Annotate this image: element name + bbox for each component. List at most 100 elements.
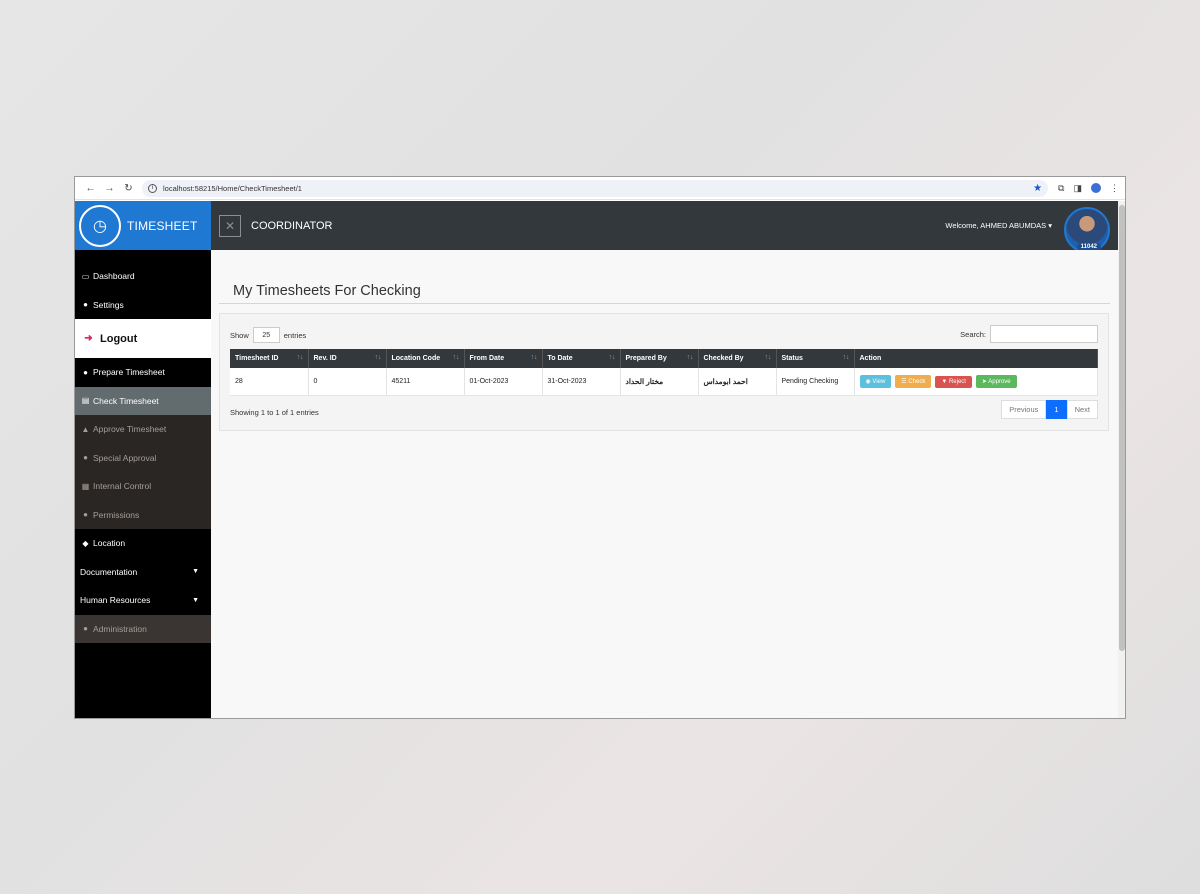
previous-page-button[interactable]: Previous: [1001, 400, 1047, 419]
page-1-button[interactable]: 1: [1046, 400, 1067, 419]
sidebar-item-human-resources[interactable]: Human Resources ▼: [75, 586, 211, 615]
column-header[interactable]: Location Code ↑↓: [386, 349, 465, 368]
bookmark-star-icon[interactable]: ★: [1033, 183, 1042, 194]
profile-icon[interactable]: [1091, 183, 1101, 193]
sidebar-item-label: Location: [93, 538, 126, 549]
sidebar-item-permissions[interactable]: ● Permissions: [75, 500, 211, 529]
check-button-label: Check: [908, 378, 926, 385]
cell-location-code: 45211: [386, 368, 465, 396]
sidebar-item-label: Human Resources: [80, 595, 151, 606]
entries-length: Show 25 entries: [230, 327, 306, 343]
approve-button-label: Approve: [988, 378, 1011, 385]
forward-icon[interactable]: →: [100, 183, 119, 194]
url-text: localhost:58215/Home/CheckTimesheet/1: [163, 183, 302, 193]
check-button[interactable]: ☰ Check: [895, 374, 932, 388]
cell-actions: ◉ View ☰ Check ▼ Reject ➤ Approve: [854, 368, 1098, 396]
sidebar-item-logout[interactable]: ➜ Logout: [75, 319, 211, 358]
scrollbar[interactable]: [1118, 201, 1125, 718]
column-header[interactable]: To Date ↑↓: [542, 349, 621, 368]
clipboard-check-icon: ▤: [81, 396, 90, 406]
sidebar-item-label: Prepare Timesheet: [93, 367, 165, 378]
sign-out-icon: ➜: [84, 333, 93, 344]
monitor-icon: ▭: [81, 271, 90, 281]
eye-icon: ◉: [865, 378, 871, 385]
timesheets-table: Timesheet ID ↑↓ Rev. ID ↑↓ Location Code ↑↓…: [230, 349, 1098, 396]
reload-icon[interactable]: ↻: [119, 183, 138, 194]
sidebar-item-check-timesheet[interactable]: ▤ Check Timesheet: [75, 386, 211, 415]
brand[interactable]: ◷ TIMESHEET: [75, 201, 211, 250]
approve-button[interactable]: ➤ Approve: [975, 374, 1017, 388]
user-gear-icon: ●: [83, 453, 88, 463]
address-bar[interactable]: i localhost:58215/Home/CheckTimesheet/1 …: [142, 179, 1049, 197]
back-icon[interactable]: ←: [81, 183, 100, 194]
sidebar-item-label: Internal Control: [93, 481, 152, 492]
thumbs-down-icon: ▼: [941, 378, 948, 385]
sidebar-item-special-approval[interactable]: ● Special Approval: [75, 443, 211, 472]
column-header-label: From Date: [469, 355, 505, 362]
view-button[interactable]: ◉ View: [859, 374, 892, 388]
column-header-label: Checked By: [703, 355, 744, 362]
sidebar-item-label: Special Approval: [93, 452, 157, 463]
table-row: 28 0 45211 01-Oct-2023 31-Oct-2023 مختار…: [230, 368, 1098, 396]
info-icon[interactable]: i: [148, 183, 157, 193]
column-header-label: Location Code: [391, 355, 441, 362]
table-info: Showing 1 to 1 of 1 entries: [230, 408, 319, 417]
user-gear-icon: ●: [83, 367, 88, 377]
entries-select[interactable]: 25: [252, 327, 280, 343]
menu-kebab-icon[interactable]: ⋮: [1110, 183, 1119, 194]
list-icon: ☰: [901, 378, 907, 385]
sort-icon: ↑↓: [452, 354, 460, 361]
send-icon: ➤: [981, 378, 987, 385]
sidebar-item-location[interactable]: ◆ Location: [75, 529, 211, 558]
column-header[interactable]: Prepared By ↑↓: [620, 349, 699, 368]
sidebar-item-label: Settings: [93, 299, 124, 310]
cell-rev-id: 0: [308, 368, 387, 396]
entries-label: entries: [283, 330, 307, 340]
extensions-icon[interactable]: ⧉: [1058, 183, 1064, 194]
sidebar-item-label: Check Timesheet: [93, 395, 159, 406]
cell-status: Pending Checking: [776, 368, 855, 396]
welcome-text: Welcome, AHMED ABUMDAS: [945, 221, 1047, 230]
column-header[interactable]: From Date ↑↓: [464, 349, 543, 368]
column-header-label: Prepared By: [625, 355, 667, 362]
sidebar-item-dashboard[interactable]: ▭ Dashboard: [75, 262, 211, 291]
cell-from-date: 01-Oct-2023: [464, 368, 543, 396]
sort-icon: ↑↓: [842, 354, 850, 361]
sidebar-item-approve-timesheet[interactable]: ▲ Approve Timesheet: [75, 415, 211, 444]
page-title: My Timesheets For Checking: [233, 283, 421, 299]
side-panel-icon[interactable]: ◨: [1073, 183, 1082, 194]
sidebar-item-administration[interactable]: ● Administration: [75, 614, 211, 643]
search-label: Search:: [960, 329, 986, 339]
user-gear-icon: ●: [83, 624, 88, 634]
table-panel: Show 25 entries Search: Timesheet ID ↑↓ R…: [219, 313, 1109, 431]
title-divider: [219, 303, 1110, 304]
sidebar-item-label: Dashboard: [93, 271, 135, 282]
column-header[interactable]: Status ↑↓: [776, 349, 855, 368]
sort-icon: ↑↓: [686, 354, 694, 361]
caret-down-icon: ▼: [192, 596, 199, 604]
sidebar-item-prepare-timesheet[interactable]: ● Prepare Timesheet: [75, 358, 211, 387]
column-header[interactable]: Rev. ID ↑↓: [308, 349, 387, 368]
main-content: My Timesheets For Checking Show 25 entri…: [211, 250, 1118, 718]
scrollbar-thumb[interactable]: [1119, 205, 1125, 651]
clock-logo-icon: ◷: [79, 204, 121, 247]
next-page-button[interactable]: Next: [1066, 400, 1098, 419]
sidebar-item-documentation[interactable]: Documentation ▼: [75, 558, 211, 587]
sidebar-toggle-button[interactable]: ✕: [219, 214, 241, 237]
column-header-label: Action: [859, 355, 882, 362]
sidebar-item-settings[interactable]: ● Settings: [75, 291, 211, 320]
column-header[interactable]: Timesheet ID ↑↓: [230, 349, 309, 368]
sidebar-item-internal-control[interactable]: ▦ Internal Control: [75, 472, 211, 501]
sidebar-item-label: Logout: [100, 332, 138, 345]
column-header[interactable]: Checked By ↑↓: [698, 349, 777, 368]
cell-checked-by: احمد ابومداس: [698, 368, 777, 396]
user-lock-icon: ●: [83, 510, 88, 520]
brand-title: TIMESHEET: [127, 218, 198, 233]
show-label: Show: [230, 330, 249, 340]
reject-button[interactable]: ▼ Reject: [935, 375, 972, 388]
user-menu[interactable]: Welcome, AHMED ABUMDAS ▾: [945, 221, 1052, 230]
search: Search:: [960, 325, 1098, 343]
column-header: Action: [854, 349, 1098, 368]
search-input[interactable]: [990, 325, 1098, 343]
column-header-label: Rev. ID: [313, 355, 337, 362]
